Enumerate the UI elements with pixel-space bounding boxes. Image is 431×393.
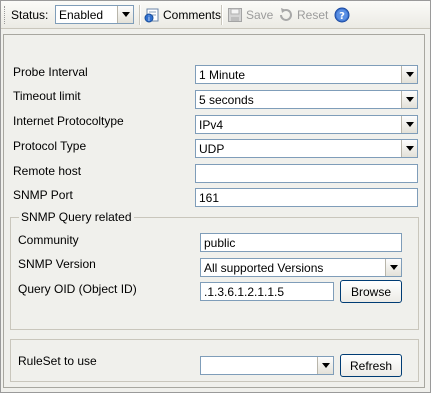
browse-button[interactable]: Browse xyxy=(340,280,402,303)
snmp-version-label: SNMP Version xyxy=(18,257,96,271)
remote-host-label: Remote host xyxy=(13,164,82,178)
community-label: Community xyxy=(18,233,79,247)
status-value: Enabled xyxy=(59,8,104,22)
svg-text:i: i xyxy=(148,15,150,23)
protocol-type-value: UDP xyxy=(199,142,225,156)
comments-button[interactable]: i Comments xyxy=(144,6,221,24)
protocol-type-dropdown[interactable]: UDP xyxy=(195,139,418,158)
snmp-version-dropdown[interactable]: All supported Versions xyxy=(200,258,402,277)
community-value: public xyxy=(204,236,236,250)
snmp-port-input[interactable]: 161 xyxy=(195,188,418,207)
svg-text:?: ? xyxy=(339,11,345,22)
remote-host-input[interactable] xyxy=(195,164,418,183)
chevron-down-icon[interactable] xyxy=(401,66,417,83)
snmp-query-group-title: SNMP Query related xyxy=(19,210,134,224)
toolbar-grip[interactable] xyxy=(4,6,8,24)
internet-protocol-value: IPv4 xyxy=(199,118,224,132)
query-oid-input[interactable]: .1.3.6.1.2.1.1.5 xyxy=(200,282,334,301)
toolbar: Status: Enabled i Comments Save Reset ? xyxy=(1,1,430,29)
chevron-down-icon[interactable] xyxy=(401,91,417,108)
timeout-limit-dropdown[interactable]: 5 seconds xyxy=(195,90,418,109)
snmp-query-group: SNMP Query related Community public SNMP… xyxy=(10,210,419,330)
comments-label: Comments xyxy=(163,8,222,22)
help-button[interactable]: ? xyxy=(334,6,353,24)
status-dropdown[interactable]: Enabled xyxy=(55,5,134,24)
community-input[interactable]: public xyxy=(200,233,402,252)
probe-interval-label: Probe Interval xyxy=(13,65,88,79)
snmp-port-label: SNMP Port xyxy=(13,188,73,202)
reset-label: Reset xyxy=(297,8,329,22)
ruleset-dropdown[interactable] xyxy=(200,356,334,375)
chevron-down-icon[interactable] xyxy=(117,6,133,23)
toolbar-separator xyxy=(221,5,223,25)
chevron-down-icon[interactable] xyxy=(401,140,417,157)
query-oid-label: Query OID (Object ID) xyxy=(18,282,137,296)
snmp-version-value: All supported Versions xyxy=(204,261,324,275)
ruleset-label: RuleSet to use xyxy=(18,354,97,368)
save-button[interactable]: Save xyxy=(227,6,273,24)
probe-interval-dropdown[interactable]: 1 Minute xyxy=(195,65,418,84)
refresh-button[interactable]: Refresh xyxy=(340,354,402,377)
status-label: Status: xyxy=(11,8,49,22)
timeout-limit-value: 5 seconds xyxy=(199,93,254,107)
settings-panel: Probe Interval 1 Minute Timeout limit 5 … xyxy=(3,34,425,388)
reset-button[interactable]: Reset xyxy=(278,6,328,24)
reset-icon xyxy=(278,7,294,23)
toolbar-separator xyxy=(139,5,141,25)
protocol-type-label: Protocol Type xyxy=(13,139,87,153)
help-icon: ? xyxy=(334,7,350,23)
save-icon xyxy=(227,7,243,23)
comments-icon: i xyxy=(144,7,160,23)
save-label: Save xyxy=(246,8,274,22)
snmp-port-value: 161 xyxy=(199,191,220,205)
chevron-down-icon[interactable] xyxy=(401,116,417,133)
probe-interval-value: 1 Minute xyxy=(199,68,246,82)
query-oid-value: .1.3.6.1.2.1.1.5 xyxy=(204,285,285,299)
internet-protocol-dropdown[interactable]: IPv4 xyxy=(195,115,418,134)
internet-protocol-label: Internet Protocoltype xyxy=(13,114,124,128)
ruleset-group: RuleSet to use Refresh xyxy=(10,339,419,382)
chevron-down-icon[interactable] xyxy=(385,259,401,276)
chevron-down-icon[interactable] xyxy=(317,357,333,374)
timeout-limit-label: Timeout limit xyxy=(13,89,81,103)
